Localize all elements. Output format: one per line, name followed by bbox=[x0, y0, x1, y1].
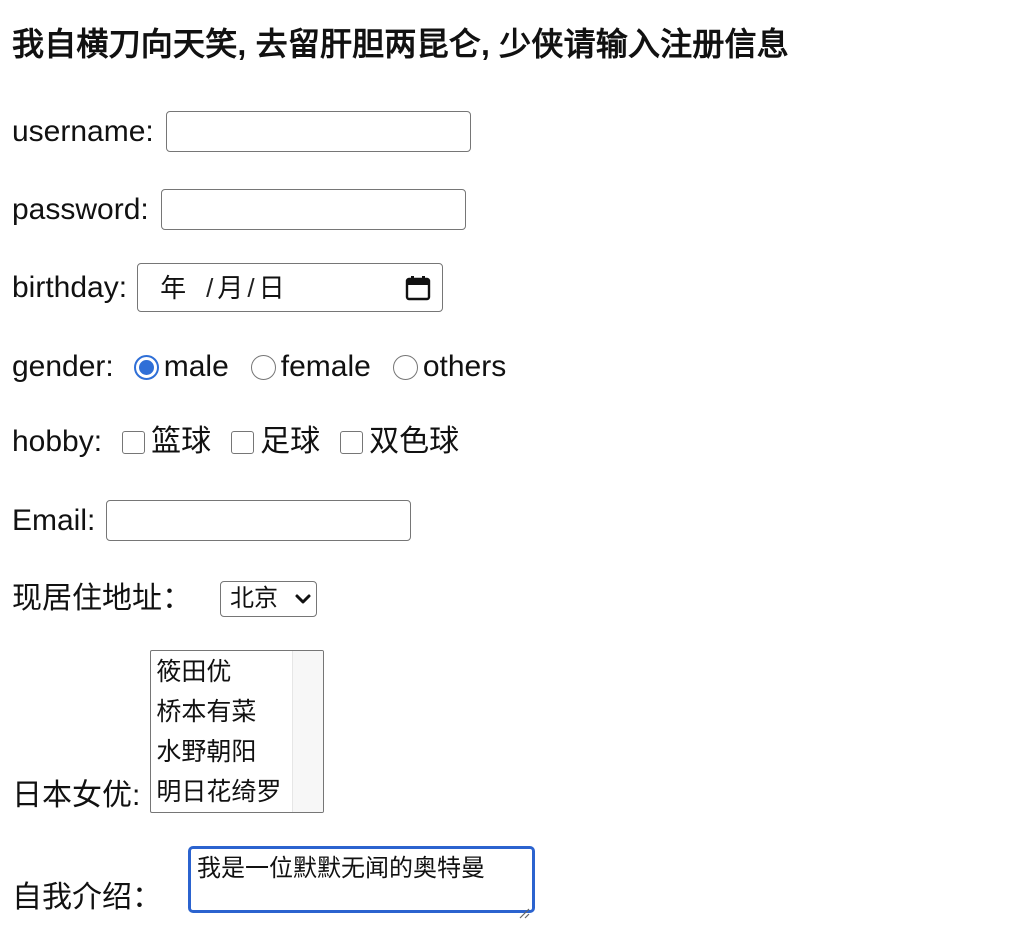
date-year-segment[interactable]: 年 bbox=[160, 269, 186, 307]
listbox-option[interactable]: 水野朝阳 bbox=[156, 732, 292, 772]
listbox-option[interactable]: 明日花绮罗 bbox=[156, 772, 292, 812]
username-input[interactable] bbox=[165, 111, 471, 152]
intro-text: 我是一位默默无闻的奥特曼 bbox=[197, 855, 485, 882]
actress-label: 日本女优: bbox=[12, 779, 141, 812]
password-label: password: bbox=[12, 192, 149, 226]
gender-label: gender: bbox=[12, 350, 114, 383]
password-row: password: bbox=[12, 189, 466, 230]
listbox-option[interactable]: 桥本有菜 bbox=[156, 692, 292, 732]
gender-option-label[interactable]: male bbox=[164, 348, 229, 386]
intro-textarea[interactable]: 我是一位默默无闻的奥特曼 bbox=[188, 846, 535, 919]
birthday-label: birthday: bbox=[12, 270, 128, 304]
email-label: Email: bbox=[12, 503, 96, 537]
calendar-icon[interactable] bbox=[404, 274, 432, 302]
listbox-scrollbar[interactable] bbox=[292, 651, 324, 812]
username-label: username: bbox=[12, 114, 154, 148]
date-separator: / bbox=[247, 272, 255, 303]
gender-radio-male[interactable] bbox=[133, 354, 159, 380]
address-label: 现居住地址： bbox=[12, 582, 192, 615]
gender-option-label[interactable]: female bbox=[281, 348, 371, 386]
actress-row: 日本女优: 筱田优 桥本有菜 水野朝阳 明日花绮罗 bbox=[12, 650, 325, 813]
hobby-checkbox-basketball[interactable] bbox=[122, 430, 146, 454]
email-input[interactable] bbox=[106, 500, 412, 541]
date-month-segment[interactable]: 月 bbox=[217, 269, 243, 307]
date-separator: / bbox=[206, 272, 214, 303]
page-title: 我自横刀向天笑, 去留肝胆两昆仑, 少侠请输入注册信息 bbox=[12, 26, 789, 62]
password-input[interactable] bbox=[160, 189, 466, 230]
date-day-segment[interactable]: 日 bbox=[259, 269, 285, 307]
intro-label: 自我介绍： bbox=[12, 881, 162, 914]
chevron-down-icon bbox=[294, 590, 312, 608]
intro-row: 自我介绍： 我是一位默默无闻的奥特曼 bbox=[12, 846, 535, 919]
gender-option-label[interactable]: others bbox=[423, 348, 506, 386]
listbox-option[interactable]: 筱田优 bbox=[156, 652, 292, 692]
address-select[interactable]: 北京 bbox=[220, 581, 317, 617]
address-selected-value: 北京 bbox=[230, 585, 278, 612]
gender-row: gender: male female others bbox=[12, 348, 506, 386]
registration-form: 我自横刀向天笑, 去留肝胆两昆仑, 少侠请输入注册信息 username: pa… bbox=[0, 0, 1018, 934]
birthday-row: birthday: 年 / 月 / 日 bbox=[12, 263, 444, 312]
hobby-row: hobby: 篮球 足球 双色球 bbox=[12, 423, 459, 461]
email-row: Email: bbox=[12, 500, 412, 541]
hobby-option-label[interactable]: 篮球 bbox=[151, 423, 211, 461]
listbox-options: 筱田优 桥本有菜 水野朝阳 明日花绮罗 bbox=[151, 651, 292, 812]
hobby-checkbox-football[interactable] bbox=[231, 430, 255, 454]
gender-radio-female[interactable] bbox=[250, 354, 276, 380]
hobby-checkbox-lottery[interactable] bbox=[340, 430, 364, 454]
address-row: 现居住地址： 北京 bbox=[12, 580, 317, 618]
birthday-date-input[interactable]: 年 / 月 / 日 bbox=[137, 263, 444, 312]
username-row: username: bbox=[12, 111, 471, 152]
actress-listbox[interactable]: 筱田优 桥本有菜 水野朝阳 明日花绮罗 bbox=[150, 650, 325, 813]
gender-radio-others[interactable] bbox=[392, 354, 418, 380]
hobby-option-label[interactable]: 足球 bbox=[260, 423, 320, 461]
hobby-option-label[interactable]: 双色球 bbox=[369, 423, 459, 461]
resize-grip-icon[interactable] bbox=[518, 896, 530, 919]
hobby-label: hobby: bbox=[12, 425, 103, 458]
